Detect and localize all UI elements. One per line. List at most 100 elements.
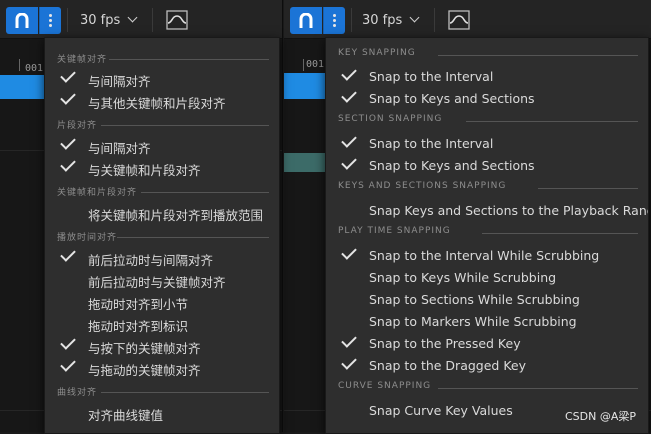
snap-options-button[interactable] bbox=[323, 7, 345, 34]
playback-range-bar[interactable] bbox=[284, 73, 326, 99]
playback-range-bar[interactable] bbox=[0, 75, 44, 99]
section-bar[interactable] bbox=[284, 153, 326, 172]
menu-item-scrub-snap-interval[interactable]: Snap to the Interval While Scrubbing bbox=[326, 244, 648, 267]
section-divider bbox=[117, 237, 269, 238]
menu-item-label: Snap to Keys and Sections bbox=[369, 158, 535, 173]
snap-options-button[interactable] bbox=[39, 7, 61, 34]
menu-section-header: 曲线对齐 bbox=[45, 383, 279, 399]
fps-label: 30 fps bbox=[362, 13, 403, 28]
section-divider bbox=[109, 59, 269, 60]
section-label: 播放时间对齐 bbox=[57, 233, 118, 243]
section-label: 关键帧对齐 bbox=[57, 55, 108, 65]
section-label: KEYS AND SECTIONS SNAPPING bbox=[338, 181, 507, 191]
section-divider bbox=[101, 392, 269, 393]
menu-item-snap-pressed-key[interactable]: 与按下的关键帧对齐 bbox=[45, 334, 279, 357]
checkmark-icon bbox=[341, 354, 357, 370]
checkmark-icon bbox=[341, 65, 357, 81]
section-label: 片段对齐 bbox=[57, 121, 98, 131]
menu-item-scrub-snap-markers[interactable]: Snap to Markers While Scrubbing bbox=[326, 311, 648, 333]
menu-section-header: 播放时间对齐 bbox=[45, 228, 279, 244]
toolbar-divider bbox=[351, 8, 352, 32]
fps-dropdown[interactable]: 30 fps bbox=[80, 7, 138, 34]
menu-section-header: KEY SNAPPING bbox=[326, 46, 648, 62]
checkmark-icon bbox=[60, 156, 76, 172]
menu-section-header: 片段对齐 bbox=[45, 116, 279, 132]
menu-item-key-snap-keys-sections[interactable]: Snap to Keys and Sections bbox=[326, 87, 648, 110]
menu-item-scrub-snap-sections[interactable]: Snap to Sections While Scrubbing bbox=[326, 289, 648, 311]
section-divider bbox=[438, 388, 638, 389]
menu-item-drag-snap-markers[interactable]: 拖动时对齐到标识 bbox=[45, 313, 279, 335]
menu-item-label: Snap to the Interval bbox=[369, 136, 494, 151]
menu-item-label: 与关键帧和片段对齐 bbox=[88, 163, 201, 178]
fps-dropdown[interactable]: 30 fps bbox=[362, 7, 420, 34]
section-divider bbox=[482, 233, 638, 234]
menu-item-label: Snap to the Interval bbox=[369, 69, 494, 84]
menu-item-label: 与其他关键帧和片段对齐 bbox=[88, 96, 226, 111]
menu-item-snap-to-playback-range[interactable]: 将关键帧和片段对齐到播放范围 bbox=[45, 202, 279, 224]
kebab-icon-dot bbox=[49, 19, 52, 22]
section-divider bbox=[101, 125, 269, 126]
menu-item-snap-pressed-key[interactable]: Snap to the Pressed Key bbox=[326, 332, 648, 355]
menu-item-key-snap-interval[interactable]: Snap to the Interval bbox=[326, 65, 648, 88]
checkmark-icon bbox=[60, 246, 76, 262]
menu-item-drag-snap-bars[interactable]: 拖动时对齐到小节 bbox=[45, 291, 279, 313]
snap-options-menu-chinese: 关键帧对齐 与间隔对齐 与其他关键帧和片段对齐 片段对齐 与间隔对齐 与关键帧和… bbox=[44, 37, 280, 434]
section-divider bbox=[141, 192, 269, 193]
timeline-tick bbox=[19, 59, 20, 71]
menu-item-scrub-snap-interval[interactable]: 前后拉动时与间隔对齐 bbox=[45, 246, 279, 269]
section-label: SECTION SNAPPING bbox=[338, 114, 443, 124]
menu-item-section-snap-keys-sections[interactable]: 与关键帧和片段对齐 bbox=[45, 156, 279, 179]
menu-item-snap-dragged-key[interactable]: Snap to the Dragged Key bbox=[326, 354, 648, 377]
menu-item-scrub-snap-keys[interactable]: 前后拉动时与关键帧对齐 bbox=[45, 269, 279, 291]
menu-item-scrub-snap-keys[interactable]: Snap to Keys While Scrubbing bbox=[326, 267, 648, 289]
menu-item-label: Snap to Sections While Scrubbing bbox=[369, 292, 580, 307]
sequencer-toolbar: 30 fps bbox=[0, 0, 282, 39]
checkmark-icon bbox=[341, 87, 357, 103]
section-divider bbox=[538, 188, 638, 189]
toolbar-divider bbox=[67, 8, 68, 32]
curve-editor-icon[interactable] bbox=[166, 10, 188, 30]
checkmark-icon bbox=[60, 67, 76, 83]
menu-item-snap-curve-values[interactable]: 对齐曲线键值 bbox=[45, 402, 279, 424]
kebab-icon bbox=[49, 14, 52, 17]
section-divider bbox=[438, 55, 638, 56]
menu-item-label: 拖动时对齐到小节 bbox=[88, 297, 189, 312]
menu-item-snap-dragged-key[interactable]: 与拖动的关键帧对齐 bbox=[45, 356, 279, 379]
snap-options-menu-english: KEY SNAPPING Snap to the Interval Snap t… bbox=[325, 37, 649, 434]
menu-item-snap-to-playback-range[interactable]: Snap Keys and Sections to the Playback R… bbox=[326, 200, 648, 222]
menu-item-section-snap-interval[interactable]: Snap to the Interval bbox=[326, 132, 648, 155]
section-label: 曲线对齐 bbox=[57, 388, 98, 398]
menu-item-key-snap-keys-sections[interactable]: 与其他关键帧和片段对齐 bbox=[45, 89, 279, 112]
section-label: KEY SNAPPING bbox=[338, 48, 416, 58]
menu-item-section-snap-interval[interactable]: 与间隔对齐 bbox=[45, 134, 279, 157]
checkmark-icon bbox=[341, 332, 357, 348]
menu-item-label: 与按下的关键帧对齐 bbox=[88, 341, 201, 356]
checkmark-icon bbox=[60, 134, 76, 150]
menu-section-header: CURVE SNAPPING bbox=[326, 379, 648, 395]
menu-item-label: Snap to Keys and Sections bbox=[369, 91, 535, 106]
frame-number: 001 bbox=[25, 63, 44, 74]
menu-section-header: PLAY TIME SNAPPING bbox=[326, 224, 648, 240]
menu-item-label: Snap to the Pressed Key bbox=[369, 336, 521, 351]
snap-toggle-button[interactable] bbox=[6, 7, 38, 34]
menu-item-section-snap-keys-sections[interactable]: Snap to Keys and Sections bbox=[326, 154, 648, 177]
magnet-icon bbox=[299, 13, 313, 28]
menu-item-label: 拖动时对齐到标识 bbox=[88, 319, 189, 334]
menu-section-header: 关键帧和片段对齐 bbox=[45, 183, 279, 199]
menu-item-label: 将关键帧和片段对齐到播放范围 bbox=[88, 208, 264, 223]
kebab-icon-dot bbox=[333, 19, 336, 22]
magnet-icon bbox=[15, 13, 29, 28]
menu-item-label: Snap to Keys While Scrubbing bbox=[369, 270, 557, 285]
fps-label: 30 fps bbox=[80, 13, 121, 28]
section-label: CURVE SNAPPING bbox=[338, 381, 432, 391]
snap-toggle-button[interactable] bbox=[290, 7, 322, 34]
toolbar-divider bbox=[434, 8, 435, 32]
menu-item-label: 前后拉动时与关键帧对齐 bbox=[88, 275, 226, 290]
curve-editor-icon[interactable] bbox=[448, 10, 470, 30]
checkmark-icon bbox=[60, 356, 76, 372]
menu-item-label: 与间隔对齐 bbox=[88, 141, 151, 156]
menu-item-label: Snap to the Dragged Key bbox=[369, 358, 526, 373]
toolbar-divider bbox=[152, 8, 153, 32]
checkmark-icon bbox=[60, 89, 76, 105]
menu-item-key-snap-interval[interactable]: 与间隔对齐 bbox=[45, 67, 279, 90]
